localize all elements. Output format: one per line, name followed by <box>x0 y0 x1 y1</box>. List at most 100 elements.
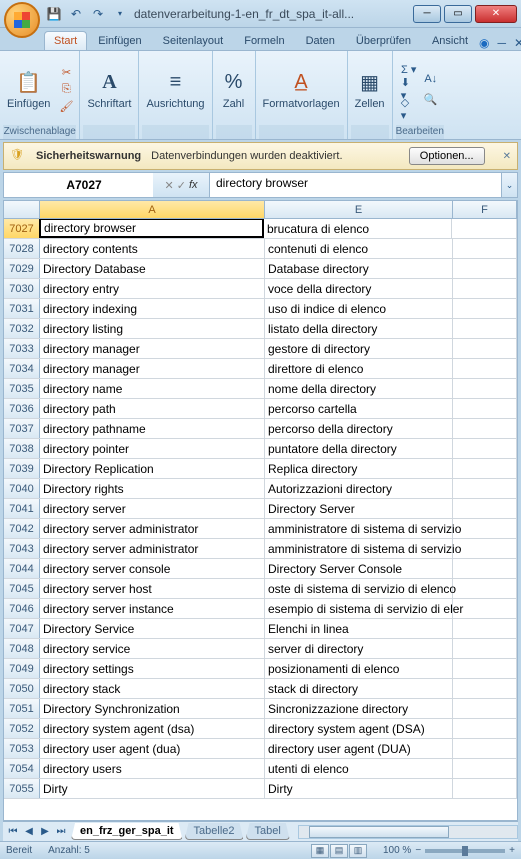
cell[interactable] <box>453 699 517 718</box>
cell[interactable] <box>453 379 517 398</box>
cell[interactable]: uso di indice di elenco <box>265 299 453 318</box>
cell[interactable]: puntatore della directory <box>265 439 453 458</box>
cell[interactable]: Directory rights <box>40 479 265 498</box>
cell[interactable]: voce della directory <box>265 279 453 298</box>
column-header-a[interactable]: A <box>40 201 265 218</box>
tab-seitenlayout[interactable]: Seitenlayout <box>153 31 234 50</box>
cell[interactable]: percorso cartella <box>265 399 453 418</box>
cell[interactable] <box>453 759 517 778</box>
cell[interactable]: gestore di directory <box>265 339 453 358</box>
cell[interactable]: directory server instance <box>40 599 265 618</box>
row-header[interactable]: 7027 <box>4 219 40 238</box>
copy-icon[interactable]: ⎘ <box>58 82 74 96</box>
row-header[interactable]: 7053 <box>4 739 40 758</box>
prev-sheet-icon[interactable]: ◀ <box>21 826 37 837</box>
row-header[interactable]: 7031 <box>4 299 40 318</box>
cell[interactable] <box>453 779 517 798</box>
cell[interactable]: utenti di elenco <box>265 759 453 778</box>
cell[interactable]: Database directory <box>265 259 453 278</box>
last-sheet-icon[interactable]: ⏭ <box>53 826 69 837</box>
sheet-tab-active[interactable]: en_frz_ger_spa_it <box>71 823 183 840</box>
cell[interactable] <box>453 339 517 358</box>
cell[interactable]: contenuti di elenco <box>265 239 453 258</box>
row-header[interactable]: 7046 <box>4 599 40 618</box>
cell[interactable]: amministratore di sistema di servizio <box>265 539 453 558</box>
row-header[interactable]: 7030 <box>4 279 40 298</box>
find-icon[interactable]: 🔍 <box>423 92 439 106</box>
cell[interactable]: oste di sistema di servizio di elenco <box>265 579 453 598</box>
cell[interactable]: directory pointer <box>40 439 265 458</box>
row-header[interactable]: 7029 <box>4 259 40 278</box>
cell[interactable]: nome della directory <box>265 379 453 398</box>
cell[interactable]: Directory Server Console <box>265 559 453 578</box>
cell[interactable]: Directory Database <box>40 259 265 278</box>
cell[interactable]: amministratore di sistema di servizio <box>265 519 453 538</box>
cell[interactable]: directory server <box>40 499 265 518</box>
clear-icon[interactable]: ◇ ▾ <box>401 102 417 116</box>
cell[interactable]: Autorizzazioni directory <box>265 479 453 498</box>
cell[interactable] <box>453 479 517 498</box>
tab-einfuegen[interactable]: Einfügen <box>88 31 151 50</box>
cell[interactable]: directory server administrator <box>40 539 265 558</box>
cells-button[interactable]: ▦Zellen <box>351 64 389 114</box>
cell[interactable]: Elenchi in linea <box>265 619 453 638</box>
cell[interactable]: directory server host <box>40 579 265 598</box>
row-header[interactable]: 7039 <box>4 459 40 478</box>
fill-icon[interactable]: ⬇ ▾ <box>401 82 417 96</box>
cell[interactable]: esempio di sistema di servizio di eler <box>265 599 453 618</box>
cell[interactable] <box>453 739 517 758</box>
cell[interactable] <box>453 259 517 278</box>
row-header[interactable]: 7034 <box>4 359 40 378</box>
cell[interactable] <box>453 419 517 438</box>
row-header[interactable]: 7042 <box>4 519 40 538</box>
row-header[interactable]: 7037 <box>4 419 40 438</box>
cell[interactable]: directory path <box>40 399 265 418</box>
cell[interactable]: Directory Synchronization <box>40 699 265 718</box>
row-header[interactable]: 7047 <box>4 619 40 638</box>
tab-ansicht[interactable]: Ansicht <box>422 31 478 50</box>
row-header[interactable]: 7033 <box>4 339 40 358</box>
cell[interactable]: percorso della directory <box>265 419 453 438</box>
minimize-button[interactable]: ─ <box>413 5 441 23</box>
row-header[interactable]: 7051 <box>4 699 40 718</box>
scrollbar-thumb[interactable] <box>309 826 449 838</box>
cell[interactable] <box>453 659 517 678</box>
close-button[interactable]: ✕ <box>475 5 517 23</box>
expand-formula-bar-icon[interactable]: ⌄ <box>502 172 518 198</box>
formula-input[interactable]: directory browser <box>209 172 502 198</box>
cell[interactable]: directory system agent (DSA) <box>265 719 453 738</box>
cell[interactable] <box>453 599 517 618</box>
row-header[interactable]: 7054 <box>4 759 40 778</box>
row-header[interactable]: 7035 <box>4 379 40 398</box>
close-warning-icon[interactable]: ✕ <box>503 151 511 162</box>
cell[interactable] <box>453 319 517 338</box>
cell[interactable] <box>453 519 517 538</box>
row-header[interactable]: 7049 <box>4 659 40 678</box>
format-painter-icon[interactable]: 🖌 <box>58 99 74 113</box>
options-button[interactable]: Optionen... <box>409 147 485 165</box>
sheet-tab-3[interactable]: Tabel <box>246 823 290 840</box>
page-break-view-icon[interactable]: ▥ <box>349 844 367 858</box>
cell[interactable] <box>453 619 517 638</box>
cell[interactable]: directory service <box>40 639 265 658</box>
cell[interactable]: posizionamenti di elenco <box>265 659 453 678</box>
minimize-ribbon-icon[interactable]: ─ <box>498 36 507 50</box>
cell[interactable]: directory system agent (dsa) <box>40 719 265 738</box>
font-button[interactable]: ASchriftart <box>83 64 135 114</box>
cell[interactable]: brucatura di elenco <box>264 219 452 238</box>
zoom-slider[interactable] <box>425 849 505 853</box>
undo-icon[interactable]: ↶ <box>68 6 84 22</box>
cell[interactable]: directory manager <box>40 359 265 378</box>
sort-icon[interactable]: A↓ <box>423 72 439 86</box>
cell[interactable]: directory server administrator <box>40 519 265 538</box>
cell[interactable]: directory pathname <box>40 419 265 438</box>
row-header[interactable]: 7038 <box>4 439 40 458</box>
first-sheet-icon[interactable]: ⏮ <box>5 826 21 837</box>
row-header[interactable]: 7043 <box>4 539 40 558</box>
cell[interactable]: directory listing <box>40 319 265 338</box>
cell[interactable] <box>453 239 517 258</box>
redo-icon[interactable]: ↷ <box>90 6 106 22</box>
cell[interactable]: directory user agent (DUA) <box>265 739 453 758</box>
cell[interactable] <box>453 719 517 738</box>
cell[interactable] <box>453 499 517 518</box>
